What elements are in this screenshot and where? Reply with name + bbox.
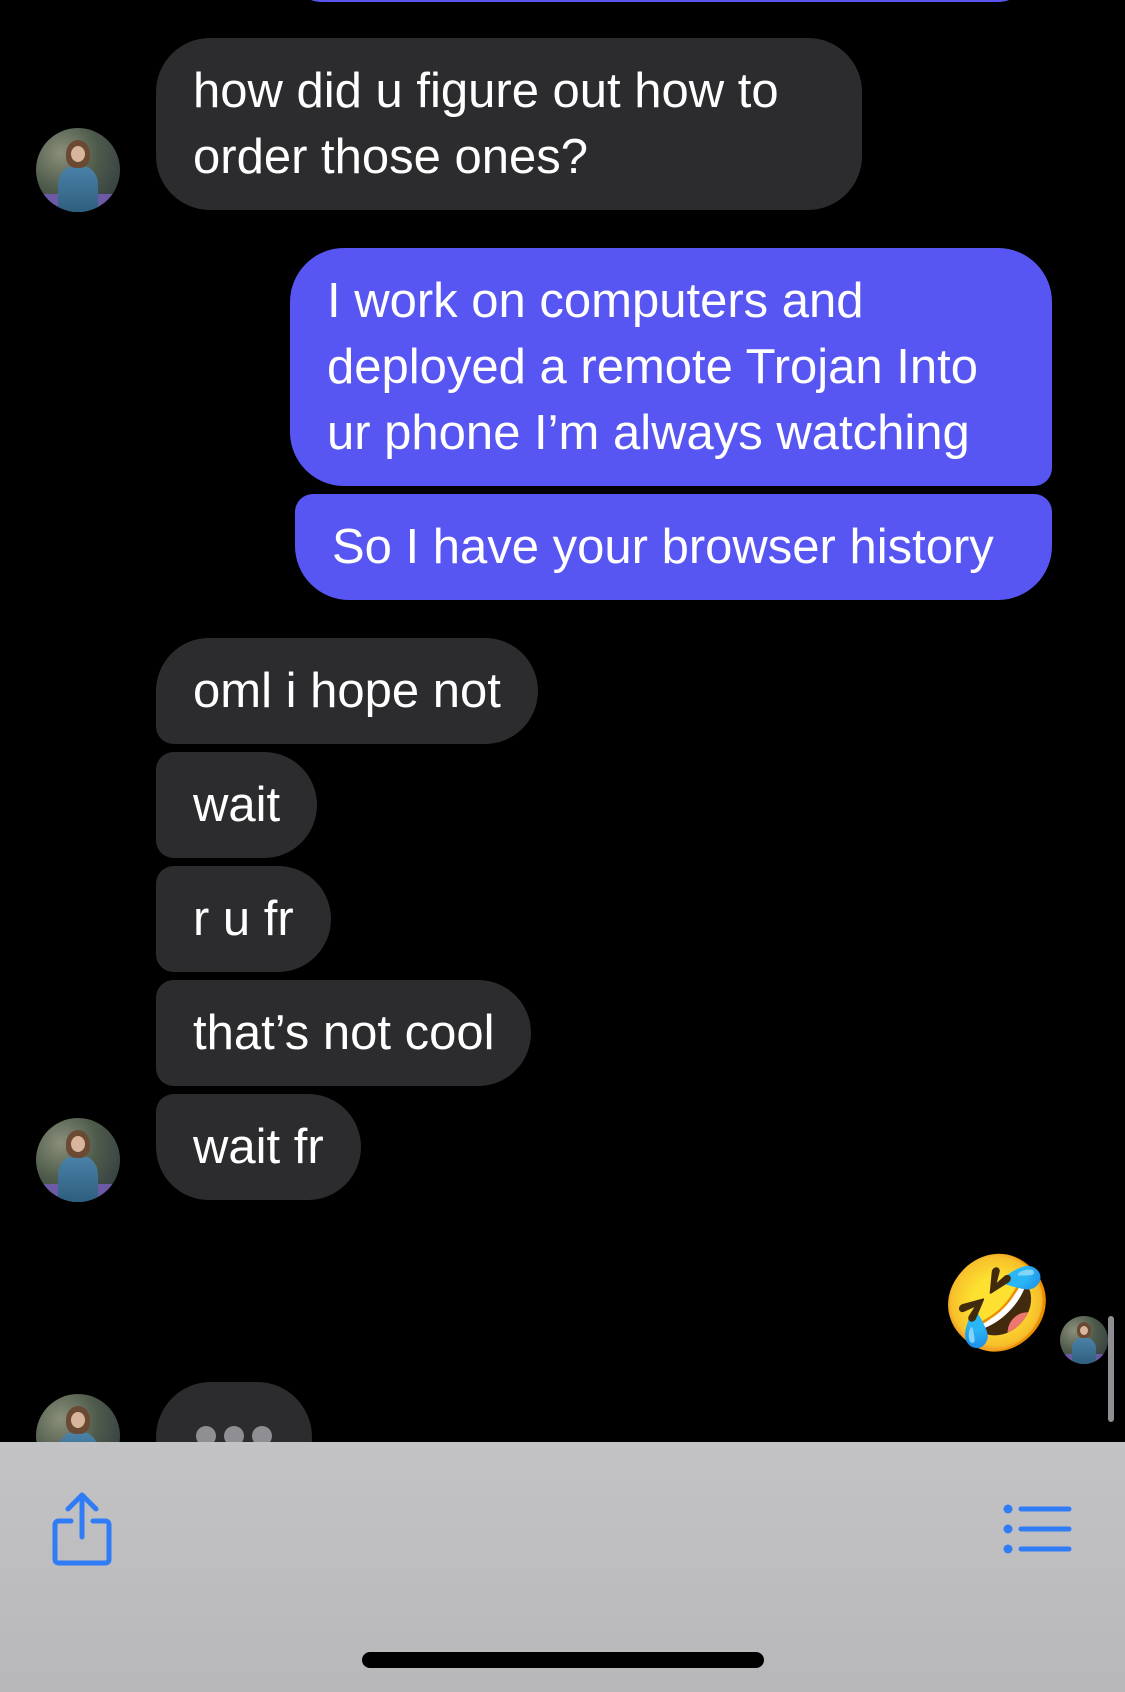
- incoming-message[interactable]: r u fr: [156, 866, 331, 972]
- contact-avatar[interactable]: [36, 1394, 120, 1442]
- contact-avatar[interactable]: [36, 1118, 120, 1202]
- message-text: I work on computers and deployed a remot…: [327, 274, 979, 460]
- reaction-emoji: 🤣: [940, 1253, 1055, 1355]
- incoming-message[interactable]: wait fr: [156, 1094, 361, 1200]
- previous-outgoing-bubble: [290, 0, 1030, 2]
- message-text: oml i hope not: [193, 664, 501, 718]
- incoming-message[interactable]: how did u figure out how to order those …: [156, 38, 862, 210]
- incoming-message[interactable]: wait: [156, 752, 318, 858]
- outgoing-message[interactable]: I work on computers and deployed a remot…: [290, 248, 1052, 486]
- typing-dot: [224, 1426, 244, 1442]
- message-text: r u fr: [193, 892, 294, 946]
- scrollbar[interactable]: [1108, 1316, 1114, 1422]
- message-text: how did u figure out how to order those …: [193, 64, 779, 184]
- home-indicator[interactable]: [362, 1652, 764, 1668]
- message-text: wait: [193, 778, 281, 832]
- incoming-message[interactable]: oml i hope not: [156, 638, 538, 744]
- contact-avatar[interactable]: [36, 128, 120, 212]
- typing-dot: [252, 1426, 272, 1442]
- share-button[interactable]: [42, 1484, 122, 1574]
- typing-indicator: [156, 1382, 312, 1442]
- message-text: that’s not cool: [193, 1006, 495, 1060]
- rolling-on-floor-laughing-emoji-icon[interactable]: 🤣: [940, 1252, 1055, 1356]
- outgoing-message[interactable]: So I have your browser history: [295, 494, 1052, 600]
- read-receipt-avatar: [1060, 1316, 1108, 1364]
- share-icon: [52, 1492, 112, 1566]
- typing-dot: [196, 1426, 216, 1442]
- chat-thread[interactable]: how did u figure out how to order those …: [0, 0, 1125, 1442]
- message-text: So I have your browser history: [332, 520, 994, 574]
- screen: how did u figure out how to order those …: [0, 0, 1125, 1692]
- list-button[interactable]: [998, 1484, 1078, 1574]
- incoming-message[interactable]: that’s not cool: [156, 980, 532, 1086]
- message-text: wait fr: [193, 1120, 324, 1174]
- list-icon: [1003, 1504, 1072, 1554]
